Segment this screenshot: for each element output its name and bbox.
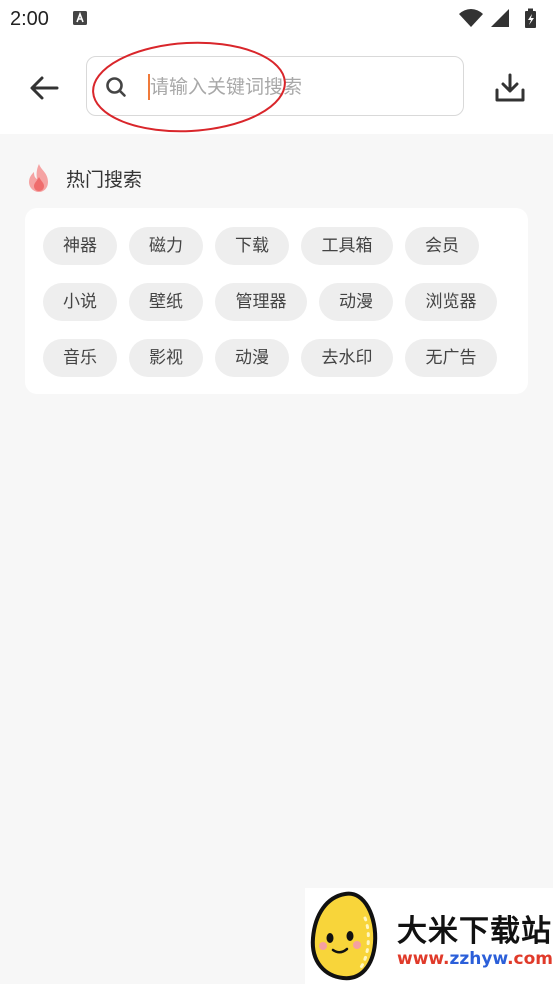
signal-icon — [491, 9, 509, 27]
search-tag[interactable]: 磁力 — [129, 227, 203, 265]
back-arrow-icon — [30, 76, 59, 100]
watermark-url-prefix: www. — [397, 949, 450, 969]
search-tag[interactable]: 动漫 — [319, 283, 393, 321]
search-tag[interactable]: 去水印 — [301, 339, 393, 377]
hot-search-tags: 神器 磁力 下载 工具箱 会员 小说 壁纸 管理器 动漫 浏览器 音乐 影视 动… — [25, 208, 528, 394]
search-tag[interactable]: 影视 — [129, 339, 203, 377]
hot-search-title: 热门搜索 — [66, 168, 143, 191]
watermark-url-suffix: .com — [507, 949, 553, 969]
battery-charging-icon — [525, 8, 536, 28]
search-tag[interactable]: 音乐 — [43, 339, 117, 377]
search-input[interactable] — [150, 67, 450, 107]
a-notification-icon — [73, 11, 87, 25]
search-tag[interactable]: 壁纸 — [129, 283, 203, 321]
search-tag[interactable]: 浏览器 — [405, 283, 497, 321]
search-icon — [106, 77, 126, 97]
search-tag[interactable]: 小说 — [43, 283, 117, 321]
fire-icon — [29, 164, 48, 192]
watermark-title: 大米下载站 — [397, 914, 552, 949]
search-tag[interactable]: 管理器 — [215, 283, 307, 321]
wifi-icon — [459, 9, 483, 27]
rice-mascot-logo — [310, 891, 378, 981]
search-tag[interactable]: 工具箱 — [301, 227, 393, 265]
search-tag[interactable]: 动漫 — [215, 339, 289, 377]
search-tag[interactable]: 会员 — [405, 227, 479, 265]
hot-search-header: 热门搜索 — [26, 160, 142, 196]
watermark-url: www.zzhyw.com — [397, 949, 553, 969]
status-time: 2:00 — [10, 8, 49, 30]
status-bar: 2:00 — [0, 0, 553, 38]
search-header — [0, 38, 553, 134]
download-icon — [495, 73, 525, 102]
search-tag[interactable]: 下载 — [215, 227, 289, 265]
watermark-url-domain: zzhyw — [449, 949, 508, 969]
search-tag[interactable]: 神器 — [43, 227, 117, 265]
search-box[interactable] — [86, 56, 464, 116]
back-button[interactable] — [24, 68, 64, 108]
status-icons — [459, 8, 536, 28]
download-button[interactable] — [490, 68, 530, 108]
watermark: 大米下载站 www.zzhyw.com — [305, 888, 553, 984]
search-tag[interactable]: 无广告 — [405, 339, 497, 377]
